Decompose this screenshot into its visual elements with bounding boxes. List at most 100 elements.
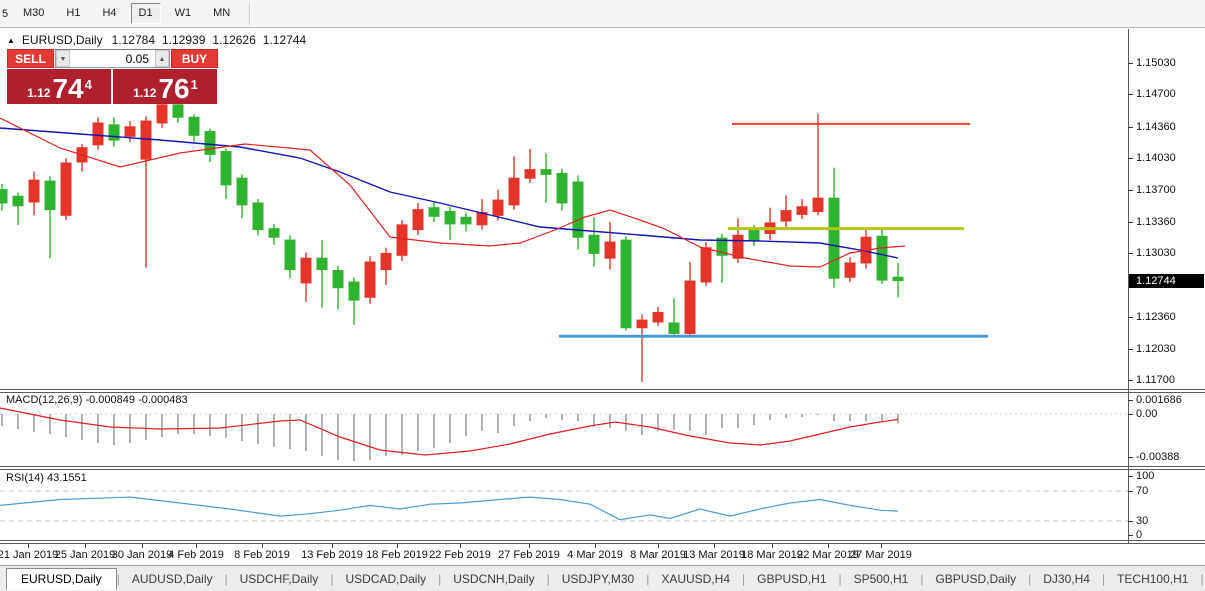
- rsi-tick-label: 70: [1136, 485, 1149, 497]
- tab-usdchf-daily[interactable]: USDCHF,Daily: [228, 569, 331, 589]
- mt4-terminal: 5 M30 H1 H4 D1 W1 MN ▲ EURUSD,Daily 1.12784 1…: [0, 0, 1205, 591]
- candle-body: [236, 177, 248, 206]
- tab-gbpusd-daily[interactable]: GBPUSD,Daily: [923, 569, 1028, 589]
- candle-body: [364, 261, 376, 298]
- tab-usdjpy-m30[interactable]: USDJPY,M30: [550, 569, 646, 589]
- macd-histogram-bar: [673, 414, 675, 430]
- candle-body: [700, 247, 712, 283]
- date-label: 22 Feb 2019: [429, 549, 491, 561]
- macd-histogram-bar: [113, 414, 115, 445]
- macd-histogram-bar: [257, 414, 259, 444]
- scale-tick: [1128, 400, 1133, 401]
- macd-histogram-bar: [641, 414, 643, 435]
- candle-body: [620, 239, 632, 329]
- macd-histogram-bar: [785, 414, 787, 418]
- timeframe-button-clipped[interactable]: 5: [2, 8, 12, 20]
- macd-histogram-bar: [545, 414, 547, 418]
- candle-body: [876, 235, 888, 281]
- volume-increase-button[interactable]: ▲: [155, 50, 169, 67]
- rsi-tick-label: 0: [1136, 529, 1143, 541]
- date-label: 18 Feb 2019: [366, 549, 428, 561]
- price-tick-label: 1.12030: [1136, 342, 1176, 355]
- date-label: 8 Feb 2019: [234, 549, 290, 561]
- timeframe-button-h4[interactable]: H4: [94, 3, 124, 24]
- sell-button[interactable]: SELL: [7, 49, 54, 68]
- sell-price-button[interactable]: 1.12 74 4: [7, 69, 111, 104]
- macd-histogram-bar: [625, 414, 627, 431]
- tab-tech100-h1[interactable]: TECH100,H1: [1105, 569, 1200, 589]
- tab-sp500-h1[interactable]: SP500,H1: [842, 569, 921, 589]
- tab-eurusd-daily[interactable]: EURUSD,Daily: [6, 568, 117, 590]
- timeframe-button-mn[interactable]: MN: [205, 3, 238, 24]
- sell-price-big: 74: [52, 73, 84, 104]
- candle-body: [588, 234, 600, 254]
- subwindow-arrow-icon[interactable]: ▲: [7, 36, 15, 45]
- date-tick: [881, 544, 882, 548]
- macd-histogram-bar: [705, 414, 707, 435]
- tab-usdcnh-daily[interactable]: USDCNH,Daily: [441, 569, 546, 589]
- timeframe-button-d1[interactable]: D1: [130, 3, 161, 24]
- candle-body: [556, 172, 568, 204]
- macd-histogram-bar: [417, 414, 419, 451]
- candle-body: [812, 197, 824, 213]
- buy-price-button[interactable]: 1.12 76 1: [113, 69, 217, 104]
- price-tick-label: 1.13030: [1136, 247, 1176, 260]
- date-tick: [142, 544, 143, 548]
- price-chart[interactable]: [0, 29, 1205, 564]
- buy-button[interactable]: BUY: [171, 49, 218, 68]
- candle-body: [780, 210, 792, 222]
- ohlc-low: 1.12626: [212, 33, 256, 47]
- macd-tick-label: 0.001686: [1136, 394, 1182, 406]
- macd-histogram-bar: [561, 414, 563, 420]
- candle-body: [268, 228, 280, 238]
- macd-histogram-bar: [209, 414, 211, 436]
- date-tick: [529, 544, 530, 548]
- scale-tick: [1128, 380, 1133, 382]
- timeframe-button-m30[interactable]: M30: [15, 3, 52, 24]
- timeframe-button-w1[interactable]: W1: [167, 3, 200, 24]
- tab-xauusd-h4[interactable]: XAUUSD,H4: [649, 569, 742, 589]
- tab-usdcad-daily[interactable]: USDCAD,Daily: [333, 569, 438, 589]
- timeframe-toolbar: 5 M30 H1 H4 D1 W1 MN: [0, 0, 1205, 28]
- date-label: 18 Mar 2019: [741, 549, 803, 561]
- scale-tick: [1128, 317, 1133, 319]
- candle-body: [444, 211, 456, 225]
- date-label: 8 Mar 2019: [630, 549, 686, 561]
- macd-histogram-bar: [481, 414, 483, 431]
- tab-gbpusd-h1[interactable]: GBPUSD,H1: [745, 569, 838, 589]
- buy-price-big: 76: [158, 73, 190, 104]
- candle-body: [188, 116, 200, 136]
- buy-price-pipette: 1: [190, 77, 198, 92]
- macd-histogram-bar: [49, 414, 51, 434]
- scale-tick: [1128, 348, 1133, 350]
- volume-decrease-button[interactable]: ▼: [56, 50, 70, 67]
- volume-input[interactable]: [70, 50, 155, 67]
- ohlc-high: 1.12939: [162, 33, 206, 47]
- candle-body: [796, 206, 808, 215]
- candle-body: [348, 281, 360, 301]
- candle-body: [540, 169, 552, 175]
- date-tick: [772, 544, 773, 548]
- macd-histogram-bar: [465, 414, 467, 436]
- scale-tick: [1128, 476, 1133, 477]
- date-label: 4 Mar 2019: [567, 549, 623, 561]
- tab-audusd-daily[interactable]: AUDUSD,Daily: [120, 569, 225, 589]
- candle-body: [108, 124, 120, 141]
- macd-histogram-bar: [401, 414, 403, 455]
- macd-histogram-bar: [129, 414, 131, 443]
- macd-histogram-bar: [721, 414, 723, 428]
- macd-histogram-bar: [817, 414, 819, 415]
- timeframe-button-h1[interactable]: H1: [58, 3, 88, 24]
- date-tick: [714, 544, 715, 548]
- date-label: 27 Mar 2019: [850, 549, 912, 561]
- candle-body: [572, 181, 584, 238]
- macd-histogram-bar: [97, 414, 99, 443]
- sell-price-prefix: 1.12: [27, 86, 51, 100]
- tab-dj30-h4[interactable]: DJ30,H4: [1031, 569, 1102, 589]
- date-label: 21 Jan 2019: [0, 549, 59, 561]
- candle-body: [828, 197, 840, 279]
- candle-body: [28, 179, 40, 203]
- rsi-label: RSI(14) 43.1551: [6, 472, 87, 484]
- candle-body: [412, 209, 424, 231]
- macd-histogram-bar: [305, 414, 307, 451]
